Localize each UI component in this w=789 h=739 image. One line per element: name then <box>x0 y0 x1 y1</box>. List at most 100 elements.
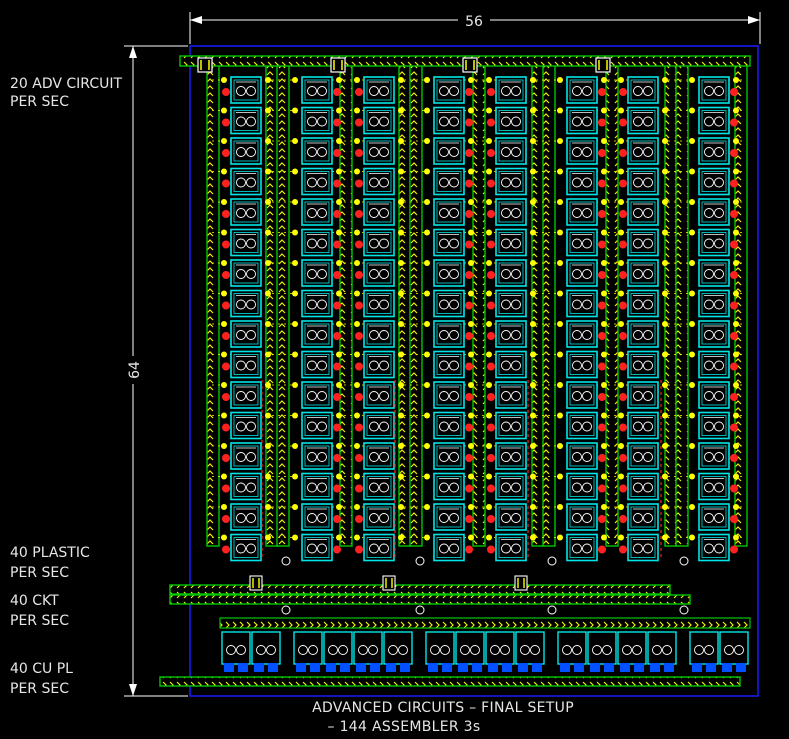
assembler-icon <box>424 167 474 196</box>
pipe-icon <box>333 118 341 127</box>
pipe-icon <box>333 423 341 432</box>
inserter-icon <box>530 168 536 175</box>
inserter-icon <box>292 321 298 327</box>
pipe-icon <box>333 362 341 371</box>
assembler-icon <box>424 289 474 318</box>
inserter-icon <box>221 351 227 358</box>
inserter-icon <box>265 77 271 83</box>
belt-icon <box>206 63 220 547</box>
inserter-icon <box>354 473 360 480</box>
assembler-icon <box>618 198 668 226</box>
inserter-icon <box>557 382 563 388</box>
inserter-icon <box>679 556 689 566</box>
pipe-icon <box>222 515 230 523</box>
inserter-icon <box>221 443 227 449</box>
pipe-icon <box>487 332 495 340</box>
assembler-icon <box>354 228 404 257</box>
pipe-icon <box>333 545 341 554</box>
inserter-icon <box>679 605 689 615</box>
assembler-icon <box>689 533 739 562</box>
pipe-icon <box>333 515 341 523</box>
adv-circuit-rate-label: 20 ADV CIRCUIT <box>10 76 122 92</box>
inserter-icon <box>530 107 536 114</box>
pipe-icon <box>487 393 495 401</box>
inserter-icon <box>530 534 536 541</box>
inserter-icon <box>265 382 271 388</box>
chemical-plant-icon <box>425 631 455 672</box>
splitter-icon <box>249 575 263 591</box>
inserter-icon <box>557 229 563 236</box>
belt-icon <box>675 63 689 547</box>
inserter-icon <box>618 321 624 327</box>
assembler-icon <box>689 411 739 440</box>
inserter-icon <box>292 260 298 266</box>
assembler-icon <box>689 106 739 135</box>
pipe-icon <box>333 332 341 340</box>
inserter-icon <box>530 412 536 419</box>
inserter-icon <box>618 382 624 388</box>
inserter-icon <box>486 260 492 266</box>
belt-icon <box>472 63 486 547</box>
assembler-icon <box>689 259 739 287</box>
inserter-icon <box>557 138 563 144</box>
pipe-icon <box>619 454 627 462</box>
inserter-icon <box>468 199 474 205</box>
pipe-icon <box>619 423 627 432</box>
inserter-icon <box>468 77 474 83</box>
assembler-icon <box>557 289 607 318</box>
inserter-icon <box>292 473 298 480</box>
pipe-icon <box>487 240 495 249</box>
inserter-icon <box>486 412 492 419</box>
assembler-icon <box>221 198 271 226</box>
pipe-icon <box>487 423 495 432</box>
assembler-icon <box>424 533 474 562</box>
assembler-icon <box>618 106 668 135</box>
assembler-icon <box>557 381 607 409</box>
inserter-icon <box>733 229 739 236</box>
inserter-icon <box>424 290 430 297</box>
chemical-plant-icon <box>455 631 485 672</box>
pipe-icon <box>333 210 341 218</box>
inserter-icon <box>601 199 607 205</box>
chemical-plant-icon <box>221 631 251 672</box>
assembler-icon <box>557 76 607 104</box>
inserter-icon <box>424 412 430 419</box>
pipe-icon <box>355 362 363 371</box>
inserter-icon <box>265 321 271 327</box>
inserter-icon <box>292 351 298 358</box>
inserter-icon <box>336 534 342 541</box>
inserter-icon <box>292 229 298 236</box>
inserter-icon <box>689 138 695 144</box>
assembler-icon <box>292 228 342 257</box>
drawing-title: ADVANCED CIRCUITS – FINAL SETUP <box>312 700 574 716</box>
inserter-icon <box>557 290 563 297</box>
assembler-icon <box>292 411 342 440</box>
assembler-icon <box>689 137 739 165</box>
inserter-icon <box>618 412 624 419</box>
inserter-icon <box>424 107 430 114</box>
inserter-icon <box>265 412 271 419</box>
pipe-icon <box>222 88 230 96</box>
inserter-icon <box>265 168 271 175</box>
assembler-icon <box>292 259 342 287</box>
pipe-icon <box>222 149 230 157</box>
width-dimension-label: 56 <box>465 14 483 30</box>
pipe-icon <box>619 149 627 157</box>
inserter-icon <box>662 321 668 327</box>
inserter-icon <box>733 107 739 114</box>
inserter-icon <box>265 534 271 541</box>
inserter-icon <box>292 412 298 419</box>
assembler-icon <box>424 137 474 165</box>
pipe-icon <box>222 179 230 188</box>
pipe-icon <box>333 484 341 493</box>
inserter-icon <box>733 534 739 541</box>
inserter-icon <box>398 199 404 205</box>
inserter-icon <box>618 290 624 297</box>
inserter-icon <box>530 351 536 358</box>
inserter-icon <box>292 199 298 205</box>
inserter-icon <box>618 77 624 83</box>
pipe-icon <box>598 332 606 340</box>
inserter-icon <box>221 504 227 510</box>
assembler-icon <box>354 137 404 165</box>
assembler-icon <box>557 320 607 348</box>
